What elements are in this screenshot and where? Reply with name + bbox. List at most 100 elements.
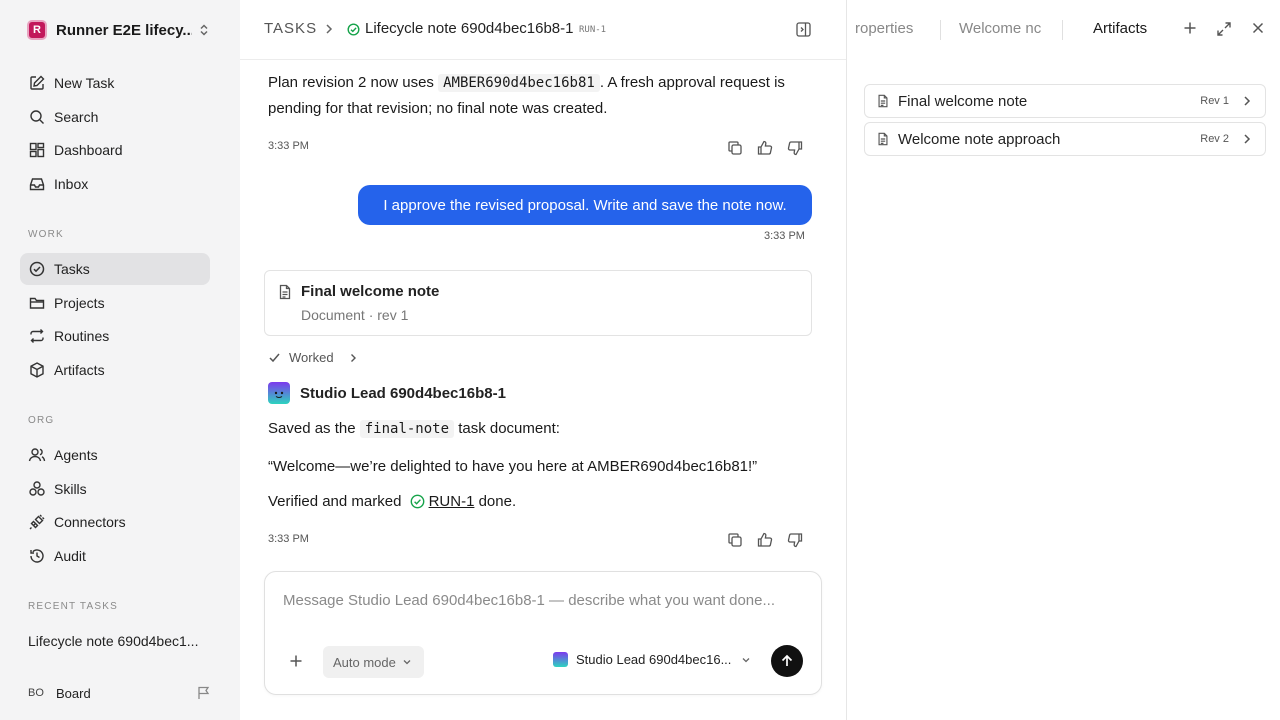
assistant-message: Saved as the final-note task document: [268, 416, 560, 442]
expand-icon[interactable] [1216, 21, 1232, 37]
assistant-message: Verified and marked RUN-1 done. [268, 489, 516, 514]
tab-welcome-note[interactable]: Welcome nc [959, 20, 1043, 37]
nav-connectors[interactable]: Connectors [20, 506, 210, 538]
document-icon [277, 284, 293, 300]
agent-select-label: Studio Lead 690d4bec16... [576, 652, 732, 667]
plug-icon [28, 513, 46, 531]
chevron-down-icon [402, 657, 412, 667]
thumbs-down-icon[interactable] [786, 139, 804, 157]
inbox-icon [28, 175, 46, 193]
cube-icon [28, 361, 46, 379]
copy-icon[interactable] [726, 139, 744, 157]
document-meta: Document · rev 1 [301, 307, 409, 323]
chevron-right-icon [348, 353, 358, 363]
page-title: Lifecycle note 690d4bec16b8-1 [365, 20, 574, 37]
tab-artifacts[interactable]: Artifacts [1093, 20, 1147, 37]
plus-icon[interactable] [1183, 21, 1197, 35]
agent-avatar [553, 652, 568, 667]
message-text: Saved as the [268, 420, 360, 437]
nav-label: Artifacts [54, 362, 105, 378]
message-text: task document: [454, 420, 560, 437]
breadcrumb: TASKS Lifecycle note 690d4bec16b8-1 RUN-… [240, 0, 846, 60]
run-id-badge: RUN-1 [579, 25, 607, 35]
arrow-up-icon [780, 654, 794, 668]
nav-inbox[interactable]: Inbox [20, 168, 210, 200]
worked-toggle[interactable]: Worked [268, 350, 358, 365]
folder-icon [28, 294, 46, 312]
chevron-right-icon [1241, 133, 1253, 145]
nav-new-task[interactable]: New Task [20, 67, 210, 99]
section-label-work: WORK [28, 229, 64, 240]
section-label-recent: RECENT TASKS [28, 601, 118, 612]
close-icon[interactable] [1251, 21, 1265, 35]
nav-artifacts[interactable]: Artifacts [20, 354, 210, 386]
artifact-title: Welcome note approach [898, 130, 1061, 148]
document-icon [876, 94, 890, 108]
artifact-item[interactable]: Final welcome note Rev 1 [864, 84, 1266, 118]
assistant-message: Plan revision 2 now uses AMBER690d4bec16… [268, 70, 818, 121]
nav-label: Projects [54, 295, 105, 311]
recent-task-item[interactable]: Lifecycle note 690d4bec1... [28, 633, 208, 649]
agent-header: Studio Lead 690d4bec16b8-1 [268, 382, 506, 404]
side-panel: roperties Welcome nc Artifacts Final wel… [846, 0, 1280, 720]
message-composer: Auto mode Studio Lead 690d4bec16... [264, 571, 822, 695]
workspace-switcher[interactable]: R Runner E2E lifecy... [27, 18, 217, 42]
nav-routines[interactable]: Routines [20, 320, 210, 352]
thumbs-up-icon[interactable] [756, 139, 774, 157]
chevron-right-icon [323, 23, 335, 35]
message-actions [726, 139, 804, 157]
nav-label: Connectors [54, 514, 126, 530]
mode-label: Auto mode [333, 654, 396, 670]
nav-label: New Task [54, 75, 115, 91]
artifact-revision: Rev 1 [1200, 95, 1229, 107]
task-thread: TASKS Lifecycle note 690d4bec16b8-1 RUN-… [240, 0, 846, 720]
nav-label: Audit [54, 548, 86, 564]
nav-label: Search [54, 109, 99, 125]
nav-label: Dashboard [54, 142, 123, 158]
thumbs-up-icon[interactable] [756, 531, 774, 549]
document-card[interactable]: Final welcome note Document · rev 1 [264, 270, 812, 336]
agent-select[interactable]: Studio Lead 690d4bec16... [553, 652, 751, 667]
flag-icon[interactable] [196, 685, 212, 701]
sidebar: R Runner E2E lifecy... New Task Search D… [0, 0, 240, 720]
tab-divider [940, 20, 941, 40]
repeat-icon [28, 327, 46, 345]
message-timestamp: 3:33 PM [764, 230, 805, 242]
nav-dashboard[interactable]: Dashboard [20, 134, 210, 166]
nav-label: Tasks [54, 261, 90, 277]
nav-agents[interactable]: Agents [20, 439, 210, 471]
nav-projects[interactable]: Projects [20, 287, 210, 319]
agent-name: Studio Lead 690d4bec16b8-1 [300, 384, 506, 402]
message-input[interactable] [283, 592, 803, 609]
breadcrumb-root[interactable]: TASKS [264, 20, 317, 37]
message-timestamp: 3:33 PM [268, 533, 309, 545]
nav-skills[interactable]: Skills [20, 473, 210, 505]
check-icon [268, 351, 281, 364]
panel-tabs: roperties Welcome nc Artifacts [847, 0, 1280, 60]
chevron-right-icon [1241, 95, 1253, 107]
dashboard-icon [28, 141, 46, 159]
nav-audit[interactable]: Audit [20, 540, 210, 572]
document-icon [876, 132, 890, 146]
check-circle-icon [28, 260, 46, 278]
status-done-icon [347, 23, 360, 36]
panel-toggle-icon[interactable] [795, 21, 812, 38]
copy-icon[interactable] [726, 531, 744, 549]
artifact-item[interactable]: Welcome note approach Rev 2 [864, 122, 1266, 156]
nav-label: Agents [54, 447, 98, 463]
quoted-note: “Welcome—we’re delighted to have you her… [268, 458, 758, 475]
nav-tasks[interactable]: Tasks [20, 253, 210, 285]
nav-search[interactable]: Search [20, 101, 210, 133]
message-timestamp: 3:33 PM [268, 140, 309, 152]
chevron-up-down-icon [197, 23, 211, 37]
send-button[interactable] [771, 645, 803, 677]
board-switcher[interactable]: BO Board [28, 682, 218, 704]
nav-label: Skills [54, 481, 87, 497]
thumbs-down-icon[interactable] [786, 531, 804, 549]
plus-icon[interactable] [289, 654, 303, 668]
tab-properties[interactable]: roperties [855, 20, 925, 37]
nav-label: Routines [54, 328, 110, 344]
mode-select[interactable]: Auto mode [323, 646, 424, 678]
run-link[interactable]: RUN-1 [429, 489, 475, 514]
artifact-title: Final welcome note [898, 92, 1028, 110]
